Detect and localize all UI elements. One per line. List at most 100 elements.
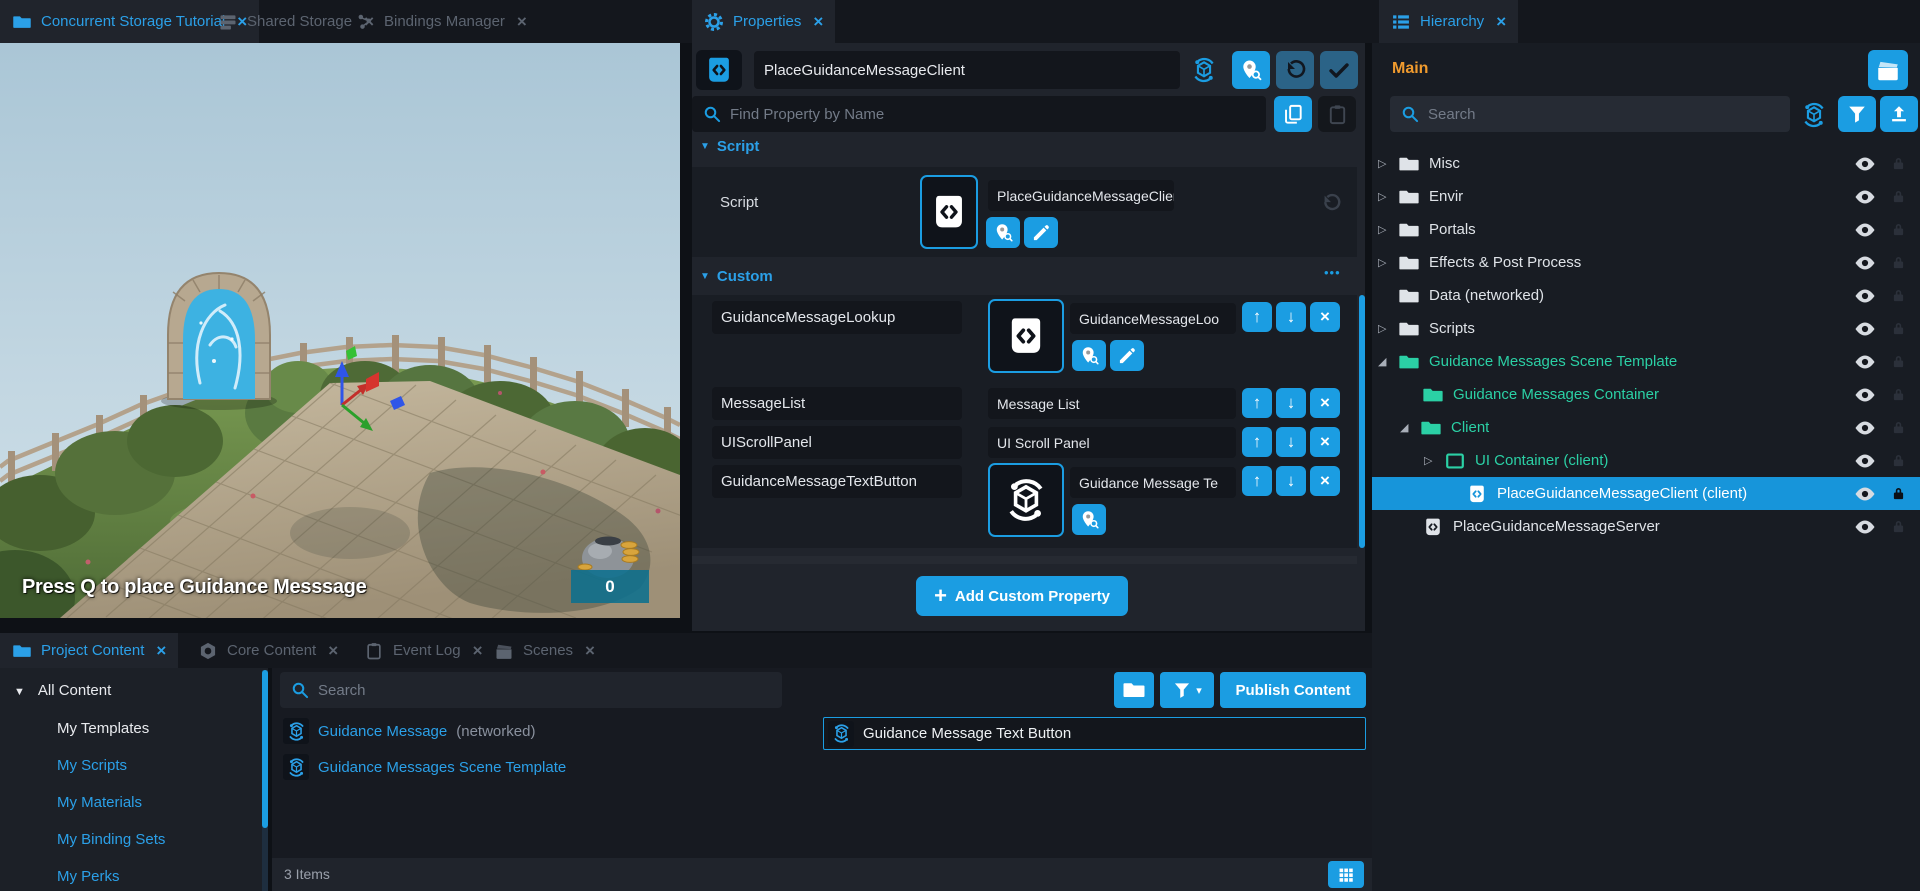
sidebar-item-my-materials[interactable]: My Materials [57, 794, 142, 811]
sidebar-item-my-templates[interactable]: My Templates [57, 720, 149, 737]
entity-name-field[interactable] [754, 51, 1180, 89]
tab-event-log[interactable]: Event Log × [352, 633, 495, 668]
filter-button[interactable] [1838, 96, 1876, 132]
lock-icon[interactable] [1890, 254, 1907, 271]
find-property-field[interactable] [692, 96, 1266, 132]
content-item-label[interactable]: Guidance Messages Scene Template [318, 759, 566, 776]
script-section-header[interactable]: ▼ Script [700, 138, 759, 155]
script-thumbnail[interactable] [920, 175, 978, 249]
move-up-button[interactable]: ↑ [1242, 388, 1272, 418]
lock-icon[interactable] [1890, 518, 1907, 535]
custom-menu-icon[interactable]: ••• [1324, 265, 1341, 280]
expander-icon[interactable]: ▷ [1378, 223, 1398, 236]
tree-open-icon[interactable]: ▼ [14, 686, 25, 698]
tree-item-guidance-messages-scene-template[interactable]: ◢ Guidance Messages Scene Template [1372, 345, 1920, 378]
tree-item-scripts[interactable]: ▷ Scripts [1372, 312, 1920, 345]
publish-content-button[interactable]: Publish Content [1220, 672, 1366, 708]
close-icon[interactable]: × [156, 642, 166, 659]
visibility-eye-icon[interactable] [1853, 218, 1877, 242]
custom-prop-value[interactable]: GuidanceMessageLoo [1070, 303, 1236, 334]
script-thumbnail[interactable] [988, 299, 1064, 373]
grid-view-button[interactable] [1328, 861, 1364, 888]
expander-icon[interactable]: ◢ [1378, 355, 1398, 368]
close-icon[interactable]: × [473, 642, 483, 659]
hierarchy-search-input[interactable] [1428, 106, 1780, 123]
expander-icon[interactable]: ◢ [1400, 421, 1420, 434]
locate-asset-button[interactable] [1232, 51, 1270, 89]
lock-icon[interactable] [1890, 320, 1907, 337]
locate-script-button[interactable] [1072, 340, 1106, 371]
lock-icon[interactable] [1890, 419, 1907, 436]
move-down-button[interactable]: ↓ [1276, 388, 1306, 418]
expander-icon[interactable]: ▷ [1378, 322, 1398, 335]
custom-prop-name[interactable]: MessageList [712, 387, 962, 420]
visibility-eye-icon[interactable] [1853, 152, 1877, 176]
expander-icon[interactable]: ▷ [1378, 190, 1398, 203]
delete-property-button[interactable]: × [1310, 388, 1340, 418]
visibility-eye-icon[interactable] [1853, 383, 1877, 407]
tab-core-content[interactable]: Core Content × [186, 633, 350, 668]
tree-item-misc[interactable]: ▷ Misc [1372, 147, 1920, 180]
tab-project-content[interactable]: Project Content × [0, 633, 178, 668]
move-down-button[interactable]: ↓ [1276, 302, 1306, 332]
move-up-button[interactable]: ↑ [1242, 427, 1272, 457]
lock-icon[interactable] [1890, 188, 1907, 205]
lock-icon[interactable] [1890, 452, 1907, 469]
move-down-button[interactable]: ↓ [1276, 466, 1306, 496]
sidebar-item-all-content[interactable]: ▼All Content [14, 682, 111, 699]
upload-button[interactable] [1880, 96, 1918, 132]
content-item-guidance-message[interactable]: Guidance Message (networked) [283, 718, 535, 744]
entity-name-input[interactable] [764, 62, 1170, 79]
locate-script-button[interactable] [986, 217, 1020, 248]
tab-scenes[interactable]: Scenes × [482, 633, 607, 668]
content-item-selected[interactable]: Guidance Message Text Button [823, 717, 1366, 750]
tree-item-data-networked[interactable]: Data (networked) [1372, 279, 1920, 312]
move-up-button[interactable]: ↑ [1242, 302, 1272, 332]
expander-icon[interactable]: ▷ [1378, 157, 1398, 170]
close-icon[interactable]: × [585, 642, 595, 659]
custom-prop-value[interactable]: UI Scroll Panel [988, 427, 1236, 458]
content-item-guidance-messages-scene-template[interactable]: Guidance Messages Scene Template [283, 754, 566, 780]
content-item-label[interactable]: Guidance Message [318, 723, 447, 740]
lock-icon[interactable] [1890, 221, 1907, 238]
lock-icon[interactable] [1890, 353, 1907, 370]
asset-thumbnail[interactable] [988, 463, 1064, 537]
properties-scrollbar[interactable] [1359, 295, 1365, 548]
visibility-eye-icon[interactable] [1853, 449, 1877, 473]
tree-item-client[interactable]: ◢ Client [1372, 411, 1920, 444]
content-filter-button[interactable]: ▾ [1160, 672, 1214, 708]
tab-bindings-manager[interactable]: Bindings Manager × [343, 0, 539, 43]
delete-property-button[interactable]: × [1310, 427, 1340, 457]
lock-icon[interactable] [1890, 386, 1907, 403]
visibility-eye-icon[interactable] [1853, 350, 1877, 374]
sidebar-item-my-scripts[interactable]: My Scripts [57, 757, 127, 774]
close-icon[interactable]: × [517, 13, 527, 30]
sidebar-scrollbar-thumb[interactable] [262, 670, 268, 828]
tree-item-ui-container-client[interactable]: ▷ UI Container (client) [1372, 444, 1920, 477]
expander-icon[interactable]: ▷ [1424, 454, 1444, 467]
tree-item-effects-post-process[interactable]: ▷ Effects & Post Process [1372, 246, 1920, 279]
section-expander-icon[interactable]: ▼ [700, 271, 710, 282]
tab-properties[interactable]: Properties × [692, 0, 835, 43]
content-search-field[interactable] [280, 672, 782, 708]
custom-prop-value[interactable]: Guidance Message Te [1070, 467, 1236, 498]
tree-item-envir[interactable]: ▷ Envir [1372, 180, 1920, 213]
apply-button[interactable] [1320, 51, 1358, 89]
find-property-input[interactable] [730, 106, 1256, 123]
visibility-eye-icon[interactable] [1853, 515, 1877, 539]
capture-scene-button[interactable] [1868, 50, 1908, 90]
lock-icon[interactable] [1890, 485, 1907, 502]
close-icon[interactable]: × [813, 13, 823, 30]
close-icon[interactable]: × [328, 642, 338, 659]
tab-hierarchy[interactable]: Hierarchy × [1379, 0, 1518, 43]
paste-properties-button[interactable] [1318, 96, 1356, 132]
tree-item-place-guidance-message-server[interactable]: PlaceGuidanceMessageServer [1372, 510, 1920, 543]
close-icon[interactable]: × [1496, 13, 1506, 30]
section-expander-icon[interactable]: ▼ [700, 141, 710, 152]
custom-prop-value[interactable]: Message List [988, 388, 1236, 419]
visibility-eye-icon[interactable] [1853, 185, 1877, 209]
edit-script-button[interactable] [1110, 340, 1144, 371]
tree-item-guidance-messages-container[interactable]: Guidance Messages Container [1372, 378, 1920, 411]
lock-icon[interactable] [1890, 155, 1907, 172]
visibility-eye-icon[interactable] [1853, 416, 1877, 440]
